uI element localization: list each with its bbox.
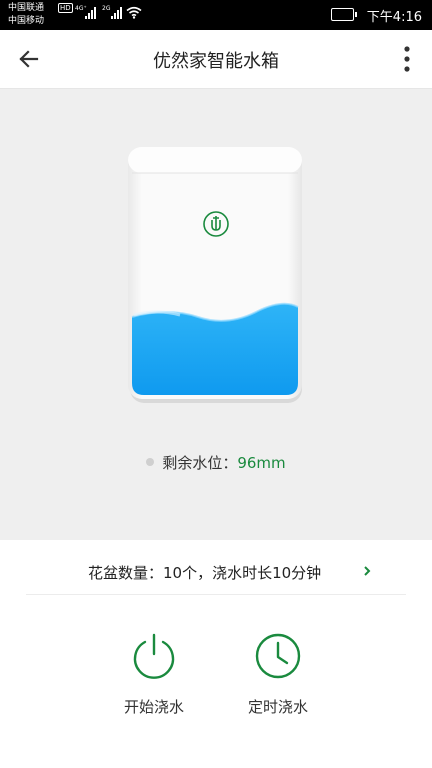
pot-settings-text: 花盆数量：10个，浇水时长10分钟: [88, 564, 322, 582]
start-watering-label: 开始浇水: [123, 698, 184, 716]
signal-icon: [111, 7, 122, 19]
water-tank-illustration: [128, 147, 302, 403]
clock-icon: [255, 633, 301, 679]
chevron-right-icon: [364, 566, 371, 576]
clock-time: 下午4:16: [366, 10, 422, 25]
carrier-1: 中国联通: [8, 3, 45, 13]
power-icon: [133, 633, 175, 679]
water-level-readout: 剩余水位：96mm: [0, 452, 432, 473]
status-bar: 中国联通 HD 中国移动 4G⁺ 2G 下午4:16: [0, 0, 432, 30]
carrier-2: 中国移动: [8, 16, 45, 26]
water-level-label: 剩余水位：: [162, 454, 238, 472]
app-header: 优然家智能水箱: [0, 30, 432, 89]
wifi-icon: [126, 6, 142, 19]
timed-watering-label: 定时浇水: [247, 698, 308, 716]
tank-panel: 剩余水位：96mm: [0, 89, 432, 540]
more-vert-icon[interactable]: [402, 44, 412, 74]
pot-settings-row[interactable]: 花盆数量：10个，浇水时长10分钟: [26, 548, 406, 595]
signal-icon: [85, 7, 96, 19]
page-title: 优然家智能水箱: [153, 51, 279, 72]
hd-badge: HD: [58, 3, 73, 13]
network-type-2: 2G: [102, 5, 111, 12]
start-watering-button[interactable]: 开始浇水: [106, 632, 202, 717]
timed-watering-button[interactable]: 定时浇水: [230, 632, 326, 717]
battery-icon: [331, 8, 357, 21]
tank-logo-icon: [203, 211, 229, 237]
water-level-value: 96mm: [237, 454, 286, 472]
status-dot: [146, 457, 155, 466]
